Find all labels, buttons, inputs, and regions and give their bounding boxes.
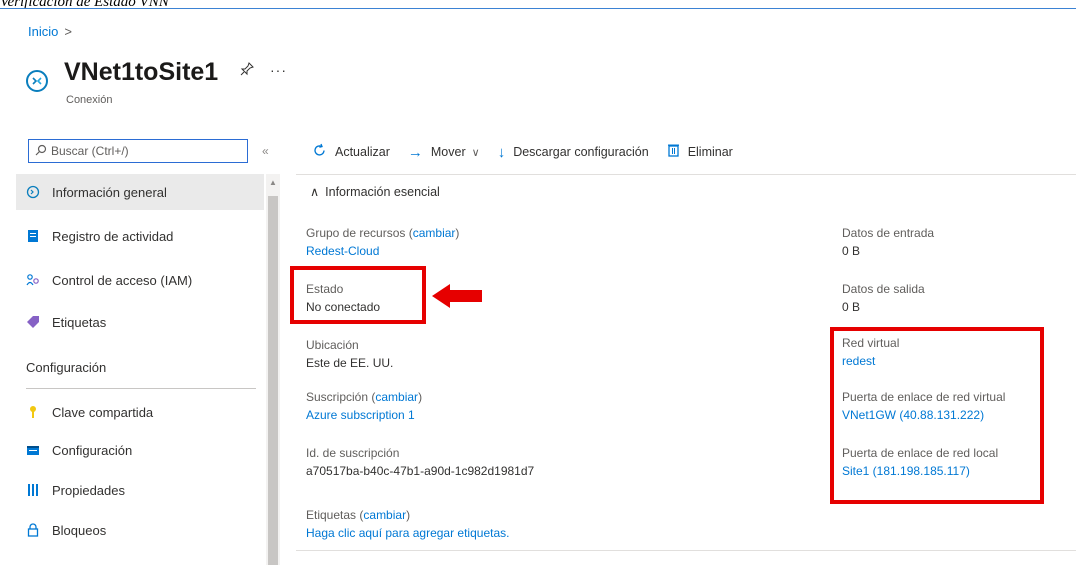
sidebar-item-locks[interactable]: Bloqueos bbox=[16, 512, 264, 548]
network-highlight-box bbox=[830, 327, 1044, 504]
refresh-label: Actualizar bbox=[335, 145, 390, 159]
subscription-id-field: Id. de suscripción a70517ba-b40c-47b1-a9… bbox=[306, 444, 534, 480]
download-config-button[interactable]: ↓ Descargar configuración bbox=[498, 144, 649, 161]
iam-icon bbox=[26, 273, 40, 287]
chevron-up-icon: ∧ bbox=[310, 185, 320, 199]
resource-group-field: Grupo de recursos (cambiar) Redest-Cloud bbox=[306, 226, 460, 260]
data-out-value: 0 B bbox=[842, 300, 861, 314]
sidebar-item-activity-log[interactable]: Registro de actividad bbox=[16, 218, 264, 254]
sidebar-item-configuration[interactable]: Configuración bbox=[16, 432, 264, 468]
resource-group-link[interactable]: Redest-Cloud bbox=[306, 242, 459, 260]
data-in-value: 0 B bbox=[842, 244, 861, 258]
subscription-link[interactable]: Azure subscription 1 bbox=[306, 406, 422, 424]
sidebar: Información general Registro de activida… bbox=[16, 174, 280, 565]
search-input[interactable] bbox=[51, 144, 231, 158]
lock-icon bbox=[26, 523, 40, 537]
arrow-right-icon: → bbox=[407, 143, 423, 161]
trash-icon bbox=[667, 143, 680, 161]
field-label: Ubicación bbox=[306, 338, 359, 352]
pin-icon[interactable] bbox=[240, 62, 254, 80]
tag-icon bbox=[26, 315, 40, 329]
delete-button[interactable]: Eliminar bbox=[667, 143, 733, 161]
field-label: Datos de entrada bbox=[842, 226, 935, 240]
sidebar-item-overview[interactable]: Información general bbox=[16, 174, 264, 210]
breadcrumb-home-link[interactable]: Inicio bbox=[28, 24, 58, 39]
activity-log-icon bbox=[26, 229, 40, 243]
command-bar: Actualizar → Mover ∨ ↓ Descargar configu… bbox=[312, 140, 751, 164]
scroll-up-icon[interactable]: ▲ bbox=[269, 178, 277, 187]
location-field: Ubicación Este de EE. UU. bbox=[306, 336, 393, 372]
add-tags-link[interactable]: Haga clic aquí para agregar etiquetas. bbox=[306, 524, 509, 542]
key-icon bbox=[26, 405, 40, 419]
essentials-bottom-divider bbox=[296, 550, 1076, 551]
tags-field: Etiquetas (cambiar) Haga clic aquí para … bbox=[306, 508, 510, 542]
sidebar-item-iam[interactable]: Control de acceso (IAM) bbox=[16, 262, 264, 298]
subscription-field: Suscripción (cambiar) Azure subscription… bbox=[306, 390, 423, 424]
change-subscription-link[interactable]: cambiar bbox=[375, 390, 418, 404]
sidebar-item-label: Control de acceso (IAM) bbox=[52, 272, 193, 288]
field-label: Etiquetas bbox=[306, 508, 357, 522]
properties-icon bbox=[26, 483, 40, 497]
config-icon bbox=[26, 443, 40, 457]
change-tags-link[interactable]: cambiar bbox=[363, 508, 406, 522]
download-label: Descargar configuración bbox=[513, 145, 649, 159]
chevron-down-icon: ∨ bbox=[471, 146, 480, 159]
red-arrow-annotation bbox=[432, 284, 482, 311]
sidebar-item-shared-key[interactable]: Clave compartida bbox=[16, 394, 264, 430]
delete-label: Eliminar bbox=[687, 145, 733, 159]
sidebar-item-label: Clave compartida bbox=[52, 404, 154, 420]
download-icon: ↓ bbox=[497, 143, 506, 161]
resource-type: Conexión bbox=[66, 94, 113, 106]
move-button[interactable]: → Mover ∨ bbox=[408, 144, 480, 161]
scrollbar-thumb[interactable] bbox=[268, 196, 278, 565]
chevron-right-icon: > bbox=[64, 24, 72, 39]
subscription-id-value: a70517ba-b40c-47b1-a90d-1c982d1981d7 bbox=[306, 464, 535, 478]
essentials-toggle[interactable]: ∧ Información esencial bbox=[310, 184, 440, 199]
essentials-header: Información esencial bbox=[325, 185, 440, 199]
data-in-field: Datos de entrada 0 B bbox=[842, 224, 934, 260]
top-divider bbox=[0, 8, 1076, 9]
search-box[interactable] bbox=[28, 139, 248, 163]
sidebar-item-label: Etiquetas bbox=[52, 314, 107, 330]
essentials-top-divider bbox=[296, 174, 1076, 175]
data-out-field: Datos de salida 0 B bbox=[842, 280, 925, 316]
sidebar-item-tags[interactable]: Etiquetas bbox=[16, 304, 264, 340]
sidebar-item-label: Registro de actividad bbox=[52, 228, 174, 244]
collapse-sidebar-icon[interactable]: « bbox=[262, 144, 269, 158]
sidebar-item-properties[interactable]: Propiedades bbox=[16, 472, 264, 508]
connection-icon bbox=[26, 70, 48, 92]
section-divider bbox=[26, 388, 256, 389]
field-label: Id. de suscripción bbox=[306, 446, 400, 460]
field-label: Suscripción bbox=[306, 390, 369, 404]
breadcrumb: Inicio > bbox=[28, 24, 72, 39]
image-caption: Verificación de Estado VNN bbox=[0, 0, 169, 10]
refresh-button[interactable]: Actualizar bbox=[312, 143, 390, 162]
field-label: Grupo de recursos bbox=[306, 226, 406, 240]
field-label: Datos de salida bbox=[842, 282, 925, 296]
status-highlight-box bbox=[290, 266, 426, 324]
move-label: Mover bbox=[430, 145, 466, 159]
sidebar-item-label: Bloqueos bbox=[52, 522, 107, 538]
sidebar-item-label: Propiedades bbox=[52, 482, 125, 498]
refresh-icon bbox=[312, 143, 327, 162]
sidebar-section-header: Configuración bbox=[26, 360, 107, 375]
more-options-icon[interactable]: ··· bbox=[270, 62, 287, 78]
change-resource-group-link[interactable]: cambiar bbox=[413, 226, 456, 240]
search-icon bbox=[35, 144, 47, 159]
overview-icon bbox=[26, 185, 40, 199]
sidebar-item-label: Configuración bbox=[52, 442, 133, 458]
page-title: VNet1toSite1 bbox=[64, 58, 219, 86]
sidebar-item-label: Información general bbox=[52, 184, 167, 200]
location-value: Este de EE. UU. bbox=[306, 356, 394, 370]
